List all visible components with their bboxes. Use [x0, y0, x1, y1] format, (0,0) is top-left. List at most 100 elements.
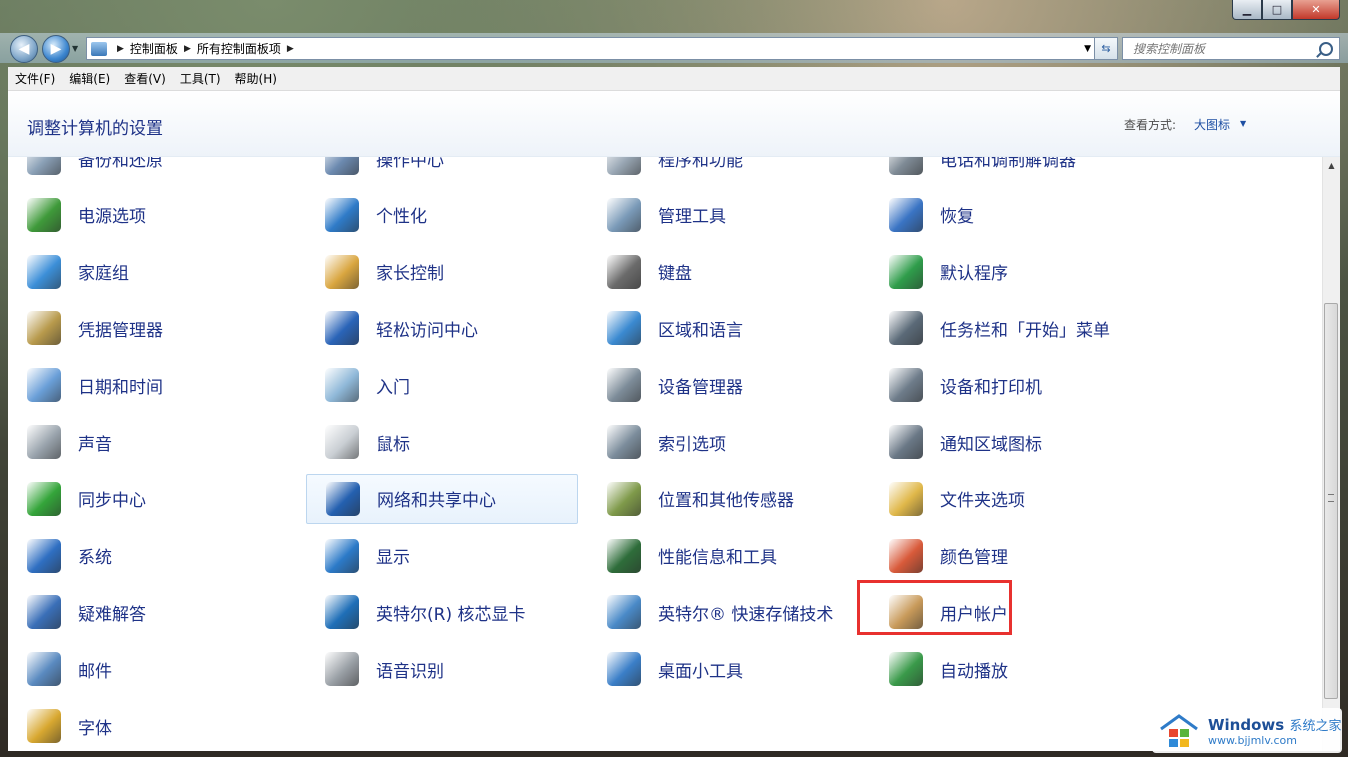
control-panel-item[interactable]: 颜色管理 — [870, 531, 1142, 581]
item-label: 性能信息和工具 — [658, 548, 777, 569]
address-dropdown-icon[interactable]: ▼ — [1084, 44, 1091, 54]
control-panel-item[interactable]: 凭据管理器 — [8, 303, 280, 353]
control-panel-item[interactable]: 设备管理器 — [588, 360, 860, 410]
refresh-button[interactable]: ⇆ — [1094, 37, 1118, 60]
item-label: 疑难解答 — [78, 604, 146, 625]
backup-icon — [27, 157, 61, 175]
vertical-scrollbar[interactable]: ▲ — [1322, 157, 1340, 751]
control-panel-item[interactable]: 程序和功能 — [588, 157, 860, 183]
menu-edit[interactable]: 编辑(E) — [62, 70, 117, 87]
search-box[interactable] — [1122, 37, 1340, 60]
scroll-grip-icon — [1328, 494, 1334, 502]
control-panel-item[interactable]: 电话和调制解调器 — [870, 157, 1142, 183]
folder-icon — [889, 481, 923, 516]
control-panel-item[interactable]: 入门 — [306, 360, 578, 410]
control-panel-item[interactable]: 字体 — [8, 701, 280, 751]
item-label: 设备管理器 — [658, 377, 743, 398]
item-label: 字体 — [78, 718, 112, 739]
maximize-button[interactable]: □ — [1262, 0, 1292, 20]
forward-button[interactable]: ▶ — [42, 35, 70, 63]
search-input[interactable] — [1131, 40, 1315, 57]
view-by-dropdown-icon[interactable]: ▼ — [1240, 119, 1246, 128]
menu-view[interactable]: 查看(V) — [117, 70, 173, 87]
control-panel-items: 备份和还原 操作中心 程序和功能 电话和调制解调器电源选项 个性化 管理工具 恢复家庭组 家长… — [8, 157, 1321, 751]
control-panel-item[interactable]: 管理工具 — [588, 190, 860, 240]
breadcrumb-all-items[interactable]: 所有控制面板项 — [197, 40, 281, 57]
control-panel-item[interactable]: 同步中心 — [8, 474, 280, 524]
speaker-icon — [27, 425, 61, 459]
control-panel-item[interactable]: 性能信息和工具 — [588, 531, 860, 581]
menu-help[interactable]: 帮助(H) — [228, 70, 284, 87]
power-icon — [27, 197, 61, 232]
menu-bar: 文件(F) 编辑(E) 查看(V) 工具(T) 帮助(H) — [8, 67, 1340, 91]
item-label: 恢复 — [940, 207, 974, 228]
breadcrumb-control-panel[interactable]: 控制面板 — [130, 40, 178, 57]
control-panel-item[interactable]: 自动播放 — [870, 644, 1142, 694]
control-panel-item[interactable]: 家庭组 — [8, 247, 280, 297]
menu-file[interactable]: 文件(F) — [8, 70, 62, 87]
item-label: 入门 — [376, 377, 410, 398]
breadcrumb-separator-icon[interactable]: ▶ — [287, 44, 294, 54]
control-panel-item[interactable]: 网络和共享中心 — [306, 473, 578, 524]
scroll-thumb[interactable] — [1324, 303, 1338, 699]
control-panel-item[interactable]: 英特尔® 快速存储技术 — [588, 587, 860, 637]
control-panel-item[interactable]: 显示 — [306, 531, 578, 581]
recent-pages-dropdown[interactable]: ▼ — [72, 44, 78, 53]
menu-tools[interactable]: 工具(T) — [173, 70, 228, 87]
control-panel-item[interactable]: 通知区域图标 — [870, 417, 1142, 467]
control-panel-item[interactable]: 设备和打印机 — [870, 360, 1142, 410]
item-label: 操作中心 — [376, 157, 444, 171]
control-panel-item[interactable]: 电源选项 — [8, 190, 280, 240]
control-panel-item[interactable]: 声音 — [8, 417, 280, 467]
control-panel-item[interactable]: 鼠标 — [306, 417, 578, 467]
control-panel-item[interactable]: 索引选项 — [588, 417, 860, 467]
control-panel-item[interactable]: 英特尔(R) 核芯显卡 — [306, 587, 578, 637]
homegroup-icon — [27, 254, 61, 289]
item-label: 声音 — [78, 434, 112, 455]
control-panel-item[interactable]: 操作中心 — [306, 157, 578, 183]
printer-icon — [889, 368, 923, 403]
control-panel-item[interactable]: 家长控制 — [306, 247, 578, 297]
control-panel-item[interactable]: 位置和其他传感器 — [588, 474, 860, 524]
sync-icon — [27, 481, 61, 516]
personalize-icon — [325, 197, 359, 232]
item-label: 语音识别 — [376, 661, 444, 682]
system-icon — [27, 538, 61, 573]
control-panel-item[interactable]: 轻松访问中心 — [306, 303, 578, 353]
close-button[interactable]: ✕ — [1292, 0, 1340, 20]
item-label: 索引选项 — [658, 434, 726, 455]
control-panel-item[interactable]: 邮件 — [8, 644, 280, 694]
control-panel-item[interactable]: 个性化 — [306, 190, 578, 240]
control-panel-item[interactable]: 日期和时间 — [8, 360, 280, 410]
item-label: 管理工具 — [658, 207, 726, 228]
navigation-bar: ◀ ▶ ▼ ▶ 控制面板 ▶ 所有控制面板项 ▶ ▼ ⇆ — [0, 33, 1348, 63]
content-pane: 调整计算机的设置 查看方式: 大图标 ▼ 备份和还原 操作中心 程序和功能 电话和调制… — [8, 91, 1340, 751]
gadgets-icon — [607, 652, 641, 687]
breadcrumb-separator-icon[interactable]: ▶ — [184, 44, 191, 54]
control-panel-item[interactable]: 桌面小工具 — [588, 644, 860, 694]
back-button[interactable]: ◀ — [10, 35, 38, 63]
performance-icon — [607, 538, 641, 573]
font-icon — [27, 709, 61, 743]
item-label: 通知区域图标 — [940, 434, 1042, 455]
minimize-button[interactable]: ▁ — [1232, 0, 1262, 20]
breadcrumb-separator-icon[interactable]: ▶ — [117, 44, 124, 54]
view-by-selector[interactable]: 大图标 — [1194, 116, 1230, 133]
search-icon[interactable] — [1319, 41, 1333, 56]
ease-access-icon — [325, 311, 359, 346]
control-panel-item[interactable]: 恢复 — [870, 190, 1142, 240]
control-panel-item[interactable]: 默认程序 — [870, 247, 1142, 297]
control-panel-item[interactable]: 文件夹选项 — [870, 474, 1142, 524]
address-bar[interactable]: ▶ 控制面板 ▶ 所有控制面板项 ▶ ▼ — [86, 37, 1118, 60]
scroll-up-arrow-icon[interactable]: ▲ — [1323, 157, 1340, 174]
control-panel-item[interactable]: 任务栏和「开始」菜单 — [870, 303, 1142, 353]
credential-icon — [27, 311, 61, 346]
control-panel-item[interactable]: 系统 — [8, 531, 280, 581]
control-panel-item[interactable]: 区域和语言 — [588, 303, 860, 353]
control-panel-item[interactable]: 语音识别 — [306, 644, 578, 694]
autoplay-icon — [889, 652, 923, 687]
control-panel-item[interactable]: 疑难解答 — [8, 587, 280, 637]
control-panel-item[interactable]: 键盘 — [588, 247, 860, 297]
item-label: 键盘 — [658, 264, 692, 285]
control-panel-item[interactable]: 备份和还原 — [8, 157, 280, 183]
